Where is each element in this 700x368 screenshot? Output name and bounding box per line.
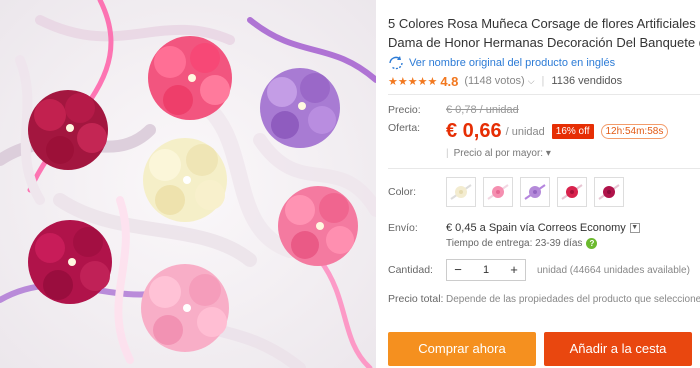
add-to-cart-button[interactable]: Añadir a la cesta (544, 332, 692, 366)
delivery-value: 23-39 días (535, 238, 583, 249)
original-price-row: Precio: € 0,78 / unidad (388, 104, 519, 116)
color-label: Color: (388, 186, 417, 198)
shipping-row: Envío: € 0,45 a Spain vía Correos Econom… (388, 222, 640, 234)
wholesale-label: Precio al por mayor: (453, 148, 544, 159)
offer-label: Oferta: (388, 122, 421, 134)
offer-price-row: Oferta: € 0,66 / unidad 16% off 12h:54m:… (388, 120, 669, 143)
rating-votes[interactable]: (1148 votos) (464, 75, 524, 87)
product-info-panel: 5 Colores Rosa Muñeca Corsage de flores … (388, 0, 700, 368)
shipping-method[interactable]: € 0,45 a Spain vía Correos Economy ▼ (446, 222, 640, 234)
product-title-line-1: 5 Colores Rosa Muñeca Corsage de flores … (388, 16, 700, 31)
translate-icon (389, 56, 403, 70)
shipping-label: Envío: (388, 222, 418, 234)
rating-score: 4.8 (440, 73, 459, 89)
color-row: Color: (388, 177, 624, 207)
divider (388, 94, 700, 95)
product-title: 5 Colores Rosa Muñeca Corsage de flores … (388, 14, 700, 52)
current-price: € 0,66 (446, 120, 502, 142)
white-flower-icon (450, 184, 472, 200)
decrease-quantity-button[interactable]: − (447, 260, 469, 280)
quantity-stepper: − + (446, 259, 526, 281)
delivery-label: Tiempo de entrega: (446, 238, 533, 249)
orders-sold: 1136 vendidos (551, 75, 623, 87)
price-label: Precio: (388, 104, 421, 116)
divider (388, 168, 700, 169)
color-swatch-pink[interactable] (483, 177, 513, 207)
help-icon[interactable]: ? (586, 238, 598, 249)
divider: | (541, 75, 545, 87)
color-swatch-red[interactable] (557, 177, 587, 207)
color-swatches (446, 177, 624, 207)
quantity-label: Cantidad: (388, 264, 433, 276)
total-label: Precio total: (388, 293, 444, 305)
chevron-down-icon: ▼ (629, 223, 640, 233)
buy-now-button[interactable]: Comprar ahora (388, 332, 536, 366)
magenta-flower-icon (598, 184, 620, 200)
product-title-line-2: Dama de Honor Hermanas Decoración Del Ba… (388, 35, 700, 50)
product-image[interactable] (0, 0, 376, 368)
wholesale-price-link[interactable]: | Precio al por mayor: ▾ (446, 148, 551, 159)
rating-stars-icon: ★★★★★ (388, 75, 438, 88)
delivery-row: Tiempo de entrega: 23-39 días ? (446, 238, 598, 249)
divider: | (446, 148, 449, 159)
countdown-timer: 12h:54m:58s (600, 124, 669, 139)
shipping-method-label: € 0,45 a Spain vía Correos Economy (446, 222, 626, 234)
price-unit: / unidad (505, 125, 545, 138)
pink-flower-icon (487, 184, 509, 200)
color-swatch-white[interactable] (446, 177, 476, 207)
color-swatch-magenta[interactable] (594, 177, 624, 207)
translate-link[interactable]: Ver nombre original del producto en ingl… (388, 55, 700, 71)
rating-row: ★★★★★ 4.8 (1148 votos) ⌵ | 1136 vendidos (388, 72, 700, 90)
wrist-corsage-photo (0, 0, 376, 368)
purple-flower-icon (524, 184, 546, 200)
quantity-available: unidad (44664 unidades available) (537, 264, 690, 276)
color-swatch-purple[interactable] (520, 177, 550, 207)
total-row: Precio total: Depende de las propiedades… (388, 293, 700, 305)
chevron-down-icon[interactable]: ⌵ (528, 76, 535, 87)
translate-link-label: Ver nombre original del producto en ingl… (409, 57, 616, 69)
original-price: € 0,78 / unidad (446, 104, 519, 116)
quantity-row: Cantidad: − + unidad (44664 unidades ava… (388, 259, 690, 281)
red-flower-icon (561, 184, 583, 200)
discount-badge: 16% off (551, 124, 594, 139)
quantity-input[interactable] (469, 260, 503, 280)
total-value: Depende de las propiedades del producto … (446, 293, 700, 305)
chevron-down-icon: ▾ (545, 148, 551, 159)
increase-quantity-button[interactable]: + (503, 260, 525, 280)
